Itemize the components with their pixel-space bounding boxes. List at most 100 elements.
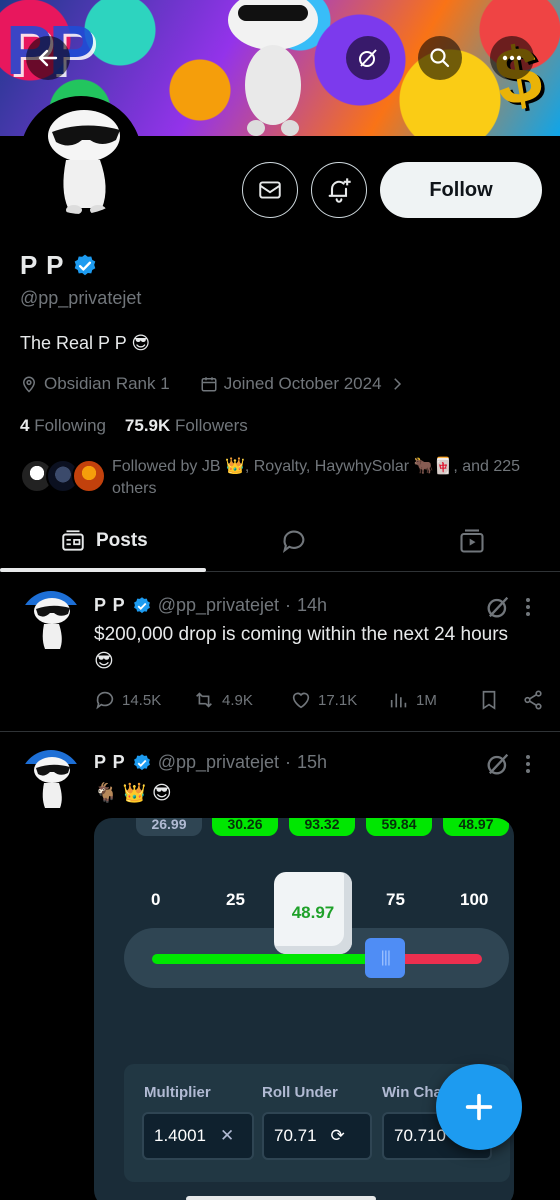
follow-button[interactable]: Follow [380,162,542,218]
post-media-image[interactable]: 26.99 30.26 93.32 59.84 48.97 0 25 75 10… [94,818,514,1200]
location-pin-icon [22,376,36,393]
calendar-icon [201,377,217,392]
post-header: P P @pp_privatejet · 14h [94,595,327,616]
repost-count: 4.9K [222,691,253,709]
envelope-icon [259,181,281,199]
profile-avatar[interactable] [20,96,142,218]
chevron-right-icon[interactable] [388,375,406,393]
followers-count: 75.9K [124,416,171,435]
slider-handle[interactable]: ||| [365,938,406,978]
grok-button[interactable] [346,36,390,80]
search-button[interactable] [418,36,462,80]
post-dot-separator: · [285,752,292,772]
verified-badge-icon[interactable] [72,253,98,279]
tab-posts[interactable]: Posts [60,510,148,572]
dice-result: 48.97 [274,872,352,954]
multiplier-label: Multiplier [144,1084,211,1101]
follow-counts: 4 Following 75.9K Followers [20,416,248,436]
repost-button[interactable]: 4.9K [192,689,290,711]
scale-label: 25 [226,890,245,909]
bell-plus-icon [328,178,351,203]
post-text: 🐐 👑 😎 [94,783,172,804]
post-actions: 14.5K 4.9K 17.1K 1M [94,689,544,711]
banner-mascot [228,0,318,136]
compose-fab[interactable] [436,1064,522,1150]
following-link[interactable]: 4 Following [20,416,106,435]
verified-badge-icon [133,596,150,613]
profile-meta: Obsidian Rank 1 Joined October 2024 [20,374,406,394]
repost-icon [196,692,212,708]
grok-icon [359,49,377,67]
message-button[interactable] [242,162,298,218]
tab-replies[interactable] [280,510,308,572]
reply-icon [96,691,114,710]
result-pill: 93.32 [289,818,355,836]
roll-under-label: Roll Under [262,1084,338,1101]
posts-icon [62,530,84,551]
grok-icon[interactable] [484,593,512,621]
post-text: $200,000 drop is coming within the next … [94,624,509,672]
post-author-name[interactable]: P P [94,595,126,616]
like-button[interactable]: 17.1K [290,689,388,711]
profile-name: P P [20,250,65,280]
result-pill: 48.97 [443,818,509,836]
result-pill: 30.26 [212,818,278,836]
more-vertical-icon[interactable] [518,595,538,619]
post-author-name[interactable]: P P [94,752,126,773]
notify-button[interactable] [311,162,367,218]
mascot-avatar-image [24,100,138,214]
reply-count: 14.5K [122,691,162,709]
win-range-bar [152,954,386,964]
more-button[interactable] [490,36,534,80]
plus-icon [465,1093,493,1121]
roll-under-value: 70.71 [274,1126,317,1145]
bookmark-icon[interactable] [478,689,500,711]
reply-button[interactable]: 14.5K [94,689,192,711]
win-chance-label: Win Cha [382,1084,442,1101]
post-avatar[interactable] [20,591,82,653]
like-count: 17.1K [318,691,358,709]
followers-link[interactable]: 75.9K Followers [125,416,248,435]
profile-joined: Joined October 2024 [223,374,382,393]
tab-posts-label: Posts [96,530,148,551]
post-author-handle[interactable]: @pp_privatejet [158,595,279,616]
following-count: 4 [20,416,30,435]
search-icon [430,48,450,68]
post-dot-separator: · [285,595,292,615]
tab-media[interactable] [458,510,486,572]
post-avatar[interactable] [20,750,82,812]
home-indicator[interactable] [186,1196,376,1200]
post-time[interactable]: 14h [297,595,327,616]
post-time[interactable]: 15h [297,752,327,773]
profile-name-row: P P [20,250,98,281]
scale-label: 100 [460,890,489,909]
post-author-handle[interactable]: @pp_privatejet [158,752,279,773]
followed-by-text[interactable]: Followed by JB 👑, Royalty, HaywhySolar 🐂… [112,456,532,500]
refresh-icon: ⟳ [330,1126,345,1145]
profile-bio: The Real P P 😎 [20,333,151,353]
mascot-avatar-image [20,750,82,812]
roll-under-field: 70.71 ⟳ [262,1112,372,1160]
scale-label: 75 [386,890,405,909]
follower-avatar-3 [72,459,106,493]
following-label: Following [34,416,107,435]
more-vertical-icon[interactable] [518,752,538,776]
followers-label: Followers [175,416,248,435]
post-1[interactable]: P P @pp_privatejet · 14h $200,000 drop i… [0,573,560,731]
views-button[interactable]: 1M [388,689,474,711]
views-chart-icon [390,693,407,708]
result-pill: 26.99 [136,818,202,836]
multiplier-value: 1.4001 [154,1126,206,1145]
share-icon[interactable] [522,689,544,711]
profile-tabs: Posts [0,510,560,572]
result-pill: 59.84 [366,818,432,836]
win-chance-value: 70.710 [394,1126,446,1145]
active-tab-indicator [0,568,206,572]
multiplier-field: 1.4001 ✕ [142,1112,254,1160]
back-button[interactable] [26,36,70,80]
grok-icon[interactable] [484,750,512,778]
video-icon [460,529,484,553]
close-icon: ✕ [220,1126,235,1145]
profile-location: Obsidian Rank 1 [44,374,170,393]
profile-handle: @pp_privatejet [20,288,142,308]
